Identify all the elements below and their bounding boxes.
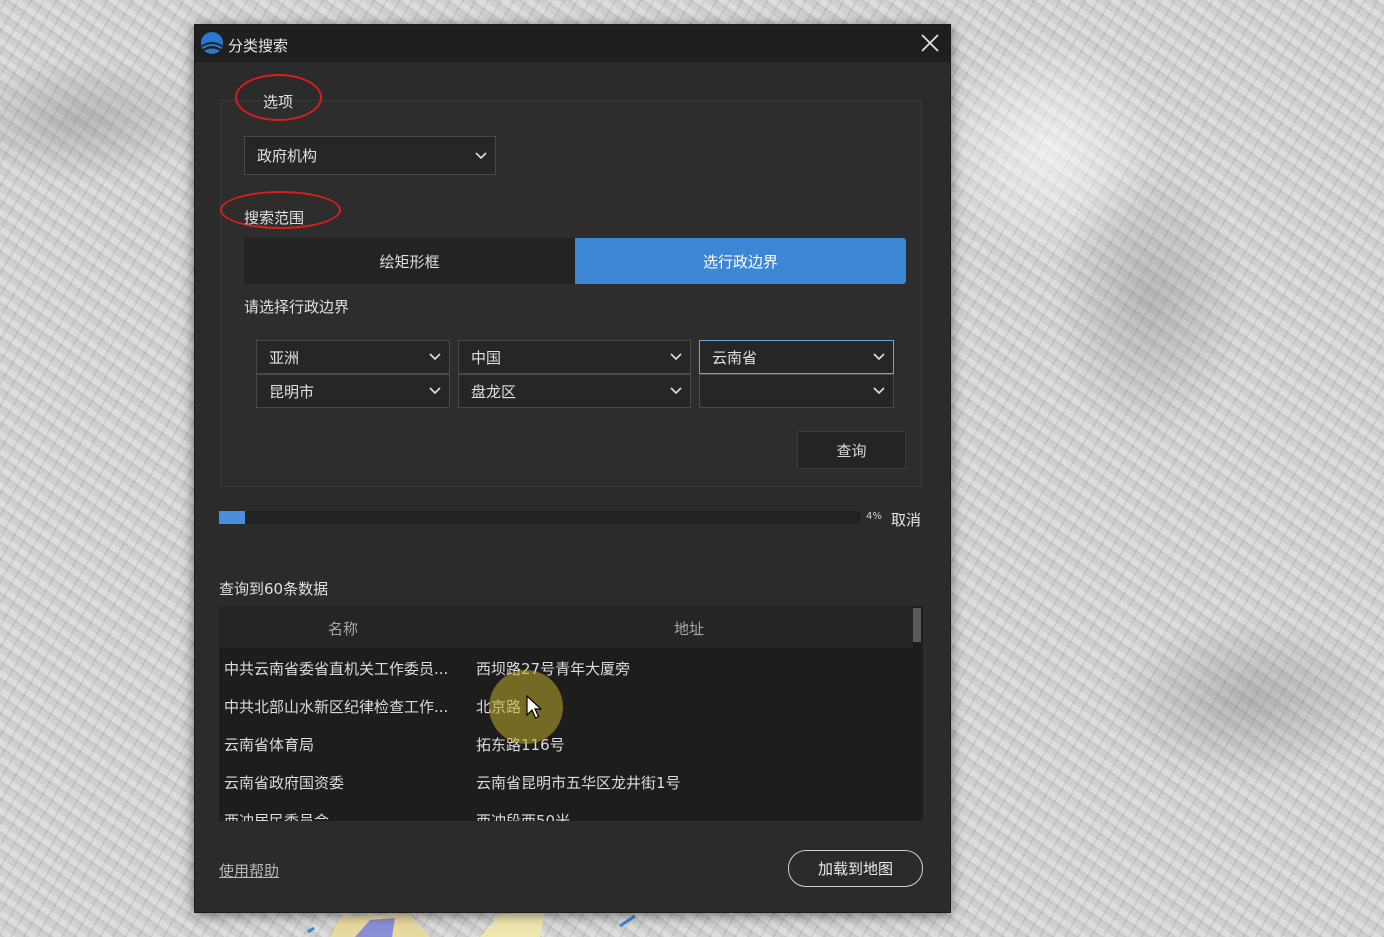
mode-draw-label: 绘矩形框 (379, 252, 440, 271)
country-value: 中国 (471, 348, 502, 367)
table-row[interactable]: 中共云南省委省直机关工作委员... 西坝路27号青年大厦旁 (219, 648, 913, 686)
continent-value: 亚洲 (269, 348, 300, 367)
load-to-map-label: 加载到地图 (817, 860, 893, 878)
query-button-label: 查询 (836, 441, 867, 460)
options-label: 选项 (263, 93, 294, 111)
search-scope-label: 搜索范围 (244, 209, 305, 227)
mode-draw-rectangle-button[interactable]: 绘矩形框 (244, 238, 575, 284)
category-search-dialog: 分类搜索 选项 政府机构 搜索范围 绘矩形框 选行政边界 请选择行政边界 亚洲 … (194, 24, 951, 913)
chevron-down-icon (873, 353, 885, 361)
mode-admin-label: 选行政边界 (702, 252, 778, 271)
country-select[interactable]: 中国 (458, 340, 691, 374)
scrollbar-thumb[interactable] (913, 608, 921, 642)
row-name: 云南省体育局 (224, 736, 315, 754)
city-value: 昆明市 (269, 382, 315, 401)
table-row[interactable]: 云南省政府国资委 云南省昆明市五华区龙井街1号 (219, 762, 913, 800)
result-count: 查询到60条数据 (219, 580, 329, 598)
chevron-down-icon (670, 387, 682, 395)
map-fragment (307, 912, 636, 937)
chevron-down-icon (475, 151, 487, 159)
row-name: 中共北部山水新区纪律检查工作... (224, 698, 449, 716)
city-select[interactable]: 昆明市 (256, 374, 450, 408)
category-select-value: 政府机构 (257, 147, 318, 165)
district-value: 盘龙区 (471, 382, 517, 401)
district-select[interactable]: 盘龙区 (458, 374, 691, 408)
cancel-button[interactable]: 取消 (891, 509, 921, 530)
help-link[interactable]: 使用帮助 (219, 860, 279, 881)
province-select[interactable]: 云南省 (699, 340, 894, 374)
mode-admin-boundary-button[interactable]: 选行政边界 (575, 238, 906, 284)
query-button[interactable]: 查询 (797, 431, 906, 469)
chevron-down-icon (670, 353, 682, 361)
continent-select[interactable]: 亚洲 (256, 340, 450, 374)
sub-district-select[interactable] (699, 374, 894, 408)
close-icon[interactable] (918, 31, 942, 55)
category-select[interactable]: 政府机构 (244, 136, 496, 175)
row-address: 西冲段西50米 (476, 812, 571, 821)
row-address: 云南省昆明市五华区龙井街1号 (476, 774, 681, 792)
load-to-map-button[interactable]: 加载到地图 (788, 850, 923, 887)
column-header-name[interactable]: 名称 (328, 618, 358, 639)
progress-percent: 4% (866, 511, 882, 522)
row-name: 云南省政府国资委 (224, 774, 345, 792)
app-logo-icon (201, 32, 223, 54)
admin-boundary-prompt: 请选择行政边界 (244, 298, 350, 316)
table-header: 名称 地址 (219, 606, 913, 648)
table-row[interactable]: 中共北部山水新区纪律检查工作... 北京路 (219, 686, 913, 724)
row-name: 西冲居民委员会 (224, 812, 330, 821)
table-row[interactable]: 云南省体育局 拓东路116号 (219, 724, 913, 762)
column-header-address[interactable]: 地址 (674, 618, 704, 639)
chevron-down-icon (873, 387, 885, 395)
province-value: 云南省 (712, 348, 758, 367)
window-title: 分类搜索 (228, 37, 289, 55)
results-table: 名称 地址 中共云南省委省直机关工作委员... 西坝路27号青年大厦旁 中共北部… (219, 606, 923, 821)
table-row[interactable]: 西冲居民委员会 西冲段西50米 (219, 800, 913, 821)
row-name: 中共云南省委省直机关工作委员... (224, 660, 449, 678)
title-bar: 分类搜索 (195, 25, 950, 62)
progress-fill (219, 511, 245, 524)
mouse-cursor-icon (526, 695, 542, 719)
chevron-down-icon (429, 387, 441, 395)
chevron-down-icon (429, 353, 441, 361)
progress-bar (219, 511, 861, 524)
row-address: 西坝路27号青年大厦旁 (476, 660, 631, 678)
